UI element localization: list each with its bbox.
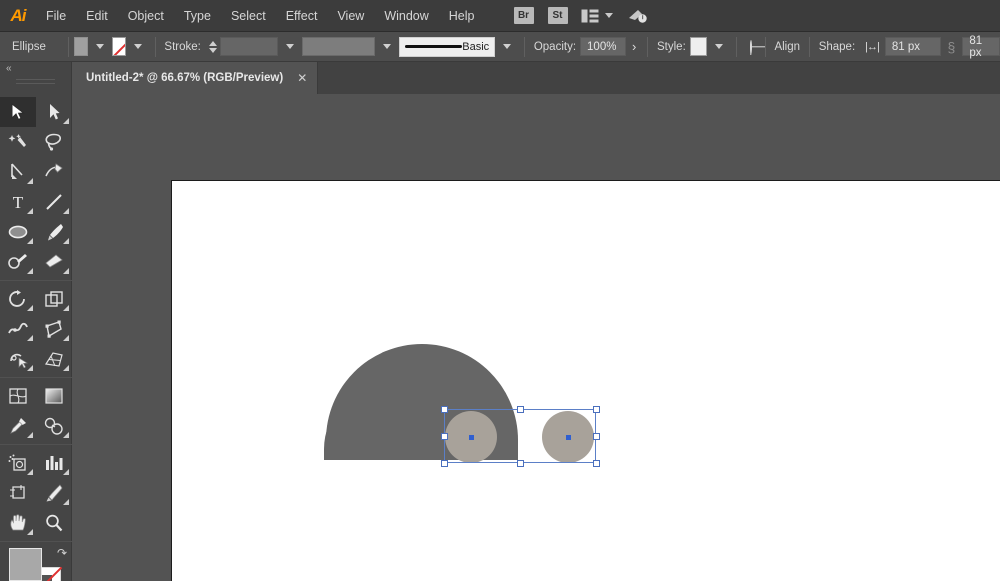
- stroke-swatch[interactable]: [112, 37, 126, 56]
- brush-definition-label: Basic: [462, 41, 489, 53]
- menu-help[interactable]: Help: [439, 0, 485, 32]
- symbol-sprayer-tool[interactable]: [0, 448, 36, 478]
- lasso-tool[interactable]: [36, 127, 72, 157]
- align-button[interactable]: Align: [770, 41, 804, 53]
- zoom-tool[interactable]: [36, 508, 72, 538]
- stroke-dropdown-icon[interactable]: [134, 44, 142, 49]
- menu-edit[interactable]: Edit: [76, 0, 118, 32]
- divider: [809, 37, 810, 57]
- menu-bar: Ai File Edit Object Type Select Effect V…: [0, 0, 1000, 32]
- column-graph-tool[interactable]: [36, 448, 72, 478]
- free-transform-tool[interactable]: [36, 314, 72, 344]
- shape-label: Shape:: [815, 41, 859, 53]
- opacity-input[interactable]: 100%: [580, 37, 626, 56]
- stroke-weight-stepper[interactable]: [209, 41, 217, 53]
- stroke-weight-dropdown-icon[interactable]: [286, 44, 294, 49]
- width-tool[interactable]: [0, 314, 36, 344]
- shape-width-input[interactable]: 81 px: [885, 37, 941, 56]
- eyedropper-tool[interactable]: [0, 411, 36, 441]
- opacity-label: Opacity:: [530, 41, 580, 53]
- divider: [0, 280, 72, 281]
- menu-window[interactable]: Window: [374, 0, 438, 32]
- swap-fill-stroke-icon[interactable]: ↷: [57, 546, 67, 560]
- pen-tool[interactable]: [0, 157, 36, 187]
- pencil-tool[interactable]: [0, 247, 36, 277]
- tool-grid: T: [0, 97, 72, 538]
- ellipse-tool[interactable]: [0, 217, 36, 247]
- brush-stroke-preview-icon: [405, 45, 462, 48]
- opacity-more-options-icon[interactable]: ›: [626, 39, 642, 54]
- divider: [0, 377, 72, 378]
- divider: [765, 37, 766, 57]
- selected-object-type: Ellipse: [0, 41, 63, 53]
- fill-stroke-controls: ↷: [0, 546, 72, 581]
- menu-select[interactable]: Select: [221, 0, 276, 32]
- menu-object[interactable]: Object: [118, 0, 174, 32]
- fill-dropdown-icon[interactable]: [96, 44, 104, 49]
- canvas-area[interactable]: [72, 94, 1000, 581]
- artboard-tool[interactable]: [0, 478, 36, 508]
- hand-tool[interactable]: [0, 508, 36, 538]
- divider: [0, 444, 72, 445]
- fill-swatch[interactable]: [74, 37, 88, 56]
- close-icon[interactable]: ✕: [297, 71, 307, 85]
- eraser-tool[interactable]: [36, 247, 72, 277]
- brush-dropdown-icon[interactable]: [503, 44, 511, 49]
- blend-tool[interactable]: [36, 411, 72, 441]
- curvature-tool[interactable]: [36, 157, 72, 187]
- stroke-label: Stroke:: [160, 41, 204, 53]
- recolor-artwork-icon[interactable]: [742, 41, 760, 53]
- divider: [647, 37, 648, 57]
- divider: [524, 37, 525, 57]
- stock-button[interactable]: St: [548, 7, 568, 24]
- shape-height-input[interactable]: 81 px: [962, 37, 1000, 56]
- scale-tool[interactable]: [36, 284, 72, 314]
- direct-selection-tool[interactable]: [36, 97, 72, 127]
- menu-type[interactable]: Type: [174, 0, 221, 32]
- graphic-style-swatch[interactable]: [690, 37, 707, 56]
- variable-width-profile-input[interactable]: [302, 37, 375, 56]
- magic-wand-tool[interactable]: [0, 127, 36, 157]
- style-dropdown-icon[interactable]: [715, 44, 723, 49]
- perspective-grid-tool[interactable]: [36, 344, 72, 374]
- tools-panel: «: [0, 62, 72, 581]
- panel-grip[interactable]: [16, 79, 55, 93]
- selection-tool[interactable]: [0, 97, 36, 127]
- shape-builder-tool[interactable]: [0, 344, 36, 374]
- document-tab[interactable]: Untitled-2* @ 66.67% (RGB/Preview) ✕: [72, 62, 318, 94]
- line-segment-tool[interactable]: [36, 187, 72, 217]
- paintbrush-tool[interactable]: [36, 217, 72, 247]
- arrange-documents-icon[interactable]: [581, 9, 599, 23]
- workspace-switcher-icon[interactable]: [627, 8, 649, 24]
- type-tool[interactable]: T: [0, 187, 36, 217]
- document-tab-bar: Untitled-2* @ 66.67% (RGB/Preview) ✕: [0, 62, 1000, 94]
- rotate-tool[interactable]: [0, 284, 36, 314]
- width-icon: |↔|: [859, 41, 885, 53]
- collapse-panel-icon[interactable]: «: [0, 62, 71, 76]
- stroke-weight-input[interactable]: [220, 37, 278, 56]
- chevron-down-icon[interactable]: [605, 13, 613, 18]
- app-logo-icon: Ai: [0, 0, 36, 32]
- divider: [0, 541, 72, 542]
- divider: [736, 37, 737, 57]
- mesh-tool[interactable]: [0, 381, 36, 411]
- menu-effect[interactable]: Effect: [276, 0, 328, 32]
- fill-color-box[interactable]: [9, 548, 42, 581]
- menu-view[interactable]: View: [327, 0, 374, 32]
- menu-file[interactable]: File: [36, 0, 76, 32]
- slice-tool[interactable]: [36, 478, 72, 508]
- svg-text:T: T: [13, 193, 24, 211]
- bridge-button[interactable]: Br: [514, 7, 534, 24]
- gradient-tool[interactable]: [36, 381, 72, 411]
- style-label: Style:: [653, 41, 690, 53]
- illustrator-window: Ai File Edit Object Type Select Effect V…: [0, 0, 1000, 581]
- control-bar: Ellipse Stroke: Basic Opacity: 100% › St…: [0, 32, 1000, 62]
- divider: [68, 37, 69, 57]
- artwork[interactable]: [72, 94, 1000, 581]
- divider: [155, 37, 156, 57]
- brush-definition-select[interactable]: Basic: [399, 37, 495, 57]
- document-tab-label: Untitled-2* @ 66.67% (RGB/Preview): [86, 72, 283, 84]
- width-profile-dropdown-icon[interactable]: [383, 44, 391, 49]
- constrain-proportions-icon[interactable]: §: [941, 39, 963, 55]
